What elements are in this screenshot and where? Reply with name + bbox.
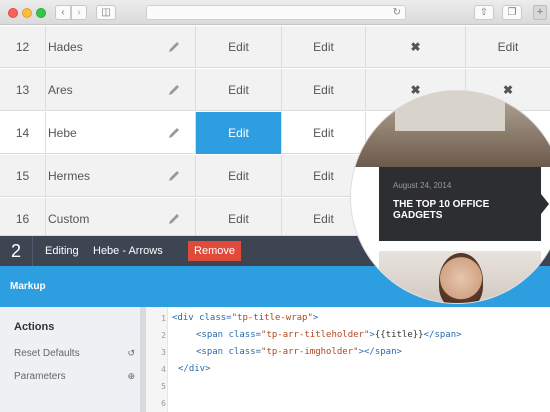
code-line: <span class="tp-arr-imgholder"></span> — [196, 347, 402, 357]
table-row: 12 Hades Edit Edit ✖ Edit — [0, 26, 550, 68]
office-photo — [351, 91, 550, 167]
line-number: 2 — [161, 331, 166, 340]
code-string: "tp-arr-imgholder" — [261, 347, 359, 357]
code-line: </div> — [178, 364, 211, 374]
reload-icon[interactable]: ↻ — [393, 6, 401, 19]
portrait-photo — [439, 253, 483, 303]
row-name-label: Hermes — [48, 169, 91, 183]
preview-magnifier: August 24, 2014 THE TOP 10 OFFICE GADGET… — [350, 90, 550, 304]
preview-card: August 24, 2014 THE TOP 10 OFFICE GADGET… — [379, 167, 541, 241]
code-editor[interactable]: 1 2 3 4 5 6 <div class="tp-title-wrap"> … — [146, 307, 550, 412]
line-number: 5 — [161, 382, 166, 391]
parameters-item[interactable]: Parameters ⊕ — [14, 371, 135, 382]
row-name-label: Ares — [48, 83, 73, 97]
slide-number: 2 — [0, 236, 33, 266]
code-tag: <div — [172, 313, 200, 323]
actions-title: Actions — [14, 321, 55, 333]
preview-title: THE TOP 10 OFFICE GADGETS — [393, 199, 490, 221]
layer-name: Hebe - Arrows — [93, 245, 163, 257]
code-tag: > — [312, 313, 319, 323]
close-window-button[interactable] — [8, 8, 18, 18]
row-name-label: Hades — [48, 40, 83, 54]
line-gutter: 1 2 3 4 5 6 — [146, 307, 168, 412]
headphones-photo — [379, 251, 541, 303]
sidebar-icon[interactable]: ◫ — [96, 5, 116, 20]
pencil-icon[interactable] — [167, 169, 181, 183]
edit-button[interactable]: Edit — [196, 26, 282, 68]
code-string: "tp-title-wrap" — [231, 313, 313, 323]
chevron-left-icon[interactable]: ‹ — [55, 5, 71, 20]
code-line: <span class="tp-arr-titleholder">{{title… — [196, 330, 462, 340]
code-line: <div class="tp-title-wrap"> — [172, 313, 318, 323]
new-tab-button[interactable]: + — [533, 5, 547, 20]
row-name: Hebe — [46, 112, 196, 154]
pencil-icon[interactable] — [167, 212, 181, 226]
row-name: Ares — [46, 69, 196, 111]
browser-toolbar: ‹ › ◫ ↻ ⇧ ❐ + — [0, 0, 550, 25]
tab-markup[interactable]: Markup — [10, 266, 46, 307]
zoom-window-button[interactable] — [36, 8, 46, 18]
code-tag: <span — [196, 330, 229, 340]
reset-defaults-item[interactable]: Reset Defaults ↺ — [14, 348, 135, 359]
edit-button[interactable]: Edit — [282, 26, 366, 68]
row-name: Hermes — [46, 155, 196, 197]
minimize-window-button[interactable] — [22, 8, 32, 18]
line-number: 4 — [161, 365, 166, 374]
code-tag: <span — [196, 347, 229, 357]
line-number: 1 — [161, 314, 166, 323]
address-bar[interactable]: ↻ — [146, 5, 406, 20]
remove-button[interactable]: Remove — [188, 241, 241, 261]
plus-circle-icon: ⊕ — [127, 371, 135, 381]
code-text: {{title}} — [374, 330, 424, 340]
row-name: Hades — [46, 26, 196, 68]
row-number: 13 — [0, 69, 46, 111]
window-photo — [395, 91, 505, 131]
code-tag: </div> — [178, 364, 211, 374]
history-icon: ↺ — [127, 348, 135, 358]
row-number: 14 — [0, 112, 46, 154]
pencil-icon[interactable] — [167, 126, 181, 140]
line-number: 6 — [161, 399, 166, 408]
share-icon[interactable]: ⇧ — [474, 5, 494, 20]
row-number: 12 — [0, 26, 46, 68]
edit-button[interactable]: Edit — [196, 69, 282, 111]
pencil-icon[interactable] — [167, 83, 181, 97]
row-name: Custom — [46, 198, 196, 240]
actions-panel: Actions Reset Defaults ↺ Parameters ⊕ — [0, 307, 140, 412]
line-number: 3 — [161, 348, 166, 357]
row-name-label: Hebe — [48, 126, 77, 140]
preview-date: August 24, 2014 — [393, 181, 452, 190]
code-tag: ></span> — [358, 347, 402, 357]
row-number: 15 — [0, 155, 46, 197]
tabs-icon[interactable]: ❐ — [502, 5, 522, 20]
edit-button[interactable]: Edit — [196, 155, 282, 197]
close-icon[interactable]: ✖ — [366, 26, 466, 68]
editing-label: Editing — [45, 245, 79, 257]
row-name-label: Custom — [48, 212, 90, 226]
code-string: "tp-arr-titleholder" — [261, 330, 370, 340]
reset-defaults-label: Reset Defaults — [14, 348, 80, 359]
parameters-label: Parameters — [14, 371, 66, 382]
row-number: 16 — [0, 198, 46, 240]
edit-button-active[interactable]: Edit — [196, 112, 282, 154]
code-attr: class= — [228, 347, 262, 357]
pencil-icon[interactable] — [167, 40, 181, 54]
chevron-right-icon[interactable]: › — [71, 5, 87, 20]
edit-button[interactable]: Edit — [196, 198, 282, 240]
arrow-right-icon[interactable] — [541, 194, 549, 214]
edit-button[interactable]: Edit — [466, 26, 550, 68]
code-attr: class= — [228, 330, 262, 340]
code-attr: class= — [199, 313, 232, 323]
code-tag: </span> — [423, 330, 462, 340]
